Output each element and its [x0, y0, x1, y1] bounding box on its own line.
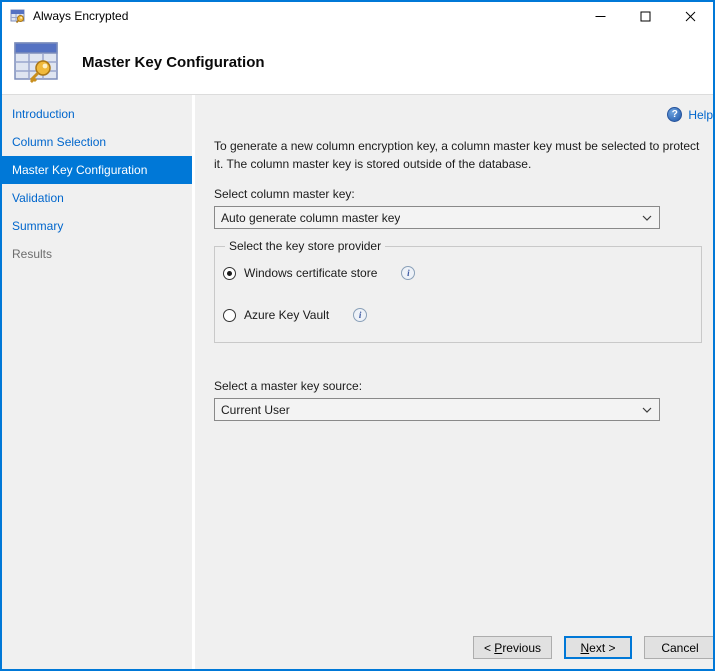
- titlebar: Always Encrypted: [2, 2, 713, 30]
- info-icon[interactable]: i: [353, 308, 367, 322]
- windows-certificate-store-radio[interactable]: [223, 267, 236, 280]
- minimize-button[interactable]: [578, 2, 623, 30]
- content-pane: ? Help To generate a new column encrypti…: [195, 95, 715, 669]
- sidebar-item-validation[interactable]: Validation: [2, 184, 192, 212]
- maximize-icon: [640, 11, 651, 22]
- next-button[interactable]: Next >: [564, 636, 632, 659]
- chevron-down-icon: [642, 215, 652, 221]
- master-key-source-value: Current User: [221, 403, 290, 417]
- help-icon: ?: [667, 107, 682, 122]
- close-button[interactable]: [668, 2, 713, 30]
- wizard-header: Master Key Configuration: [2, 30, 713, 95]
- sidebar-item-introduction[interactable]: Introduction: [2, 100, 192, 128]
- key-store-provider-legend: Select the key store provider: [225, 239, 385, 253]
- wizard-footer: < Previous Next > Cancel: [473, 636, 715, 659]
- help-link[interactable]: ? Help: [667, 107, 713, 122]
- table-key-icon: [12, 38, 60, 86]
- azure-key-vault-radio[interactable]: [223, 309, 236, 322]
- chevron-down-icon: [642, 407, 652, 413]
- wizard-steps-sidebar: Introduction Column Selection Master Key…: [2, 95, 192, 669]
- column-master-key-value: Auto generate column master key: [221, 211, 400, 225]
- help-label: Help: [688, 108, 713, 122]
- always-encrypted-wizard-window: Always Encrypted Master Key Config: [0, 0, 715, 671]
- azure-key-vault-option[interactable]: Azure Key Vault i: [223, 304, 691, 326]
- info-icon[interactable]: i: [401, 266, 415, 280]
- column-master-key-dropdown[interactable]: Auto generate column master key: [214, 206, 660, 229]
- page-title: Master Key Configuration: [82, 54, 265, 71]
- cancel-button[interactable]: Cancel: [644, 636, 715, 659]
- radio-dot: [227, 271, 232, 276]
- minimize-icon: [595, 11, 606, 22]
- sidebar-item-summary[interactable]: Summary: [2, 212, 192, 240]
- window-title: Always Encrypted: [33, 9, 578, 23]
- key-store-provider-group: Select the key store provider Windows ce…: [214, 239, 702, 343]
- window-controls: [578, 2, 713, 30]
- app-icon: [10, 8, 26, 24]
- sidebar-item-column-selection[interactable]: Column Selection: [2, 128, 192, 156]
- sidebar-item-master-key-configuration[interactable]: Master Key Configuration: [2, 156, 192, 184]
- maximize-button[interactable]: [623, 2, 668, 30]
- instruction-text: To generate a new column encryption key,…: [214, 137, 711, 173]
- sidebar-item-results: Results: [2, 240, 192, 268]
- close-icon: [685, 11, 696, 22]
- windows-certificate-store-option[interactable]: Windows certificate store i: [223, 262, 691, 284]
- windows-certificate-store-label: Windows certificate store: [244, 266, 377, 280]
- master-key-source-label: Select a master key source:: [214, 379, 715, 393]
- master-key-source-dropdown[interactable]: Current User: [214, 398, 660, 421]
- previous-button[interactable]: < Previous: [473, 636, 552, 659]
- column-master-key-label: Select column master key:: [214, 187, 715, 201]
- azure-key-vault-label: Azure Key Vault: [244, 308, 329, 322]
